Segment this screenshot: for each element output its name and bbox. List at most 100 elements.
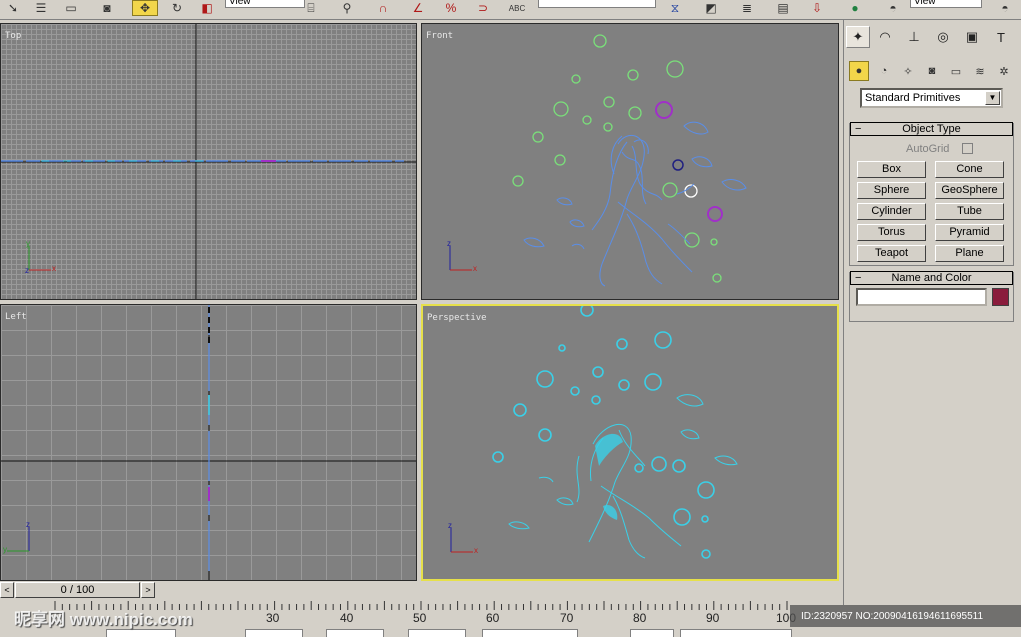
rollout-header[interactable]: − Name and Color bbox=[850, 271, 1013, 285]
rollout-title: Object Type bbox=[902, 123, 961, 135]
axis-y-label: y bbox=[26, 239, 30, 248]
plane-button[interactable]: Plane bbox=[935, 245, 1004, 262]
modify-icon[interactable]: ◠ bbox=[873, 26, 897, 48]
z-coordinate-field[interactable] bbox=[408, 629, 466, 637]
viewport-perspective[interactable]: Perspective z x bbox=[421, 304, 839, 581]
select-link-icon[interactable]: ⚲ bbox=[336, 0, 358, 16]
teapot-button[interactable]: Teapot bbox=[857, 245, 926, 262]
cameras-icon[interactable]: ◙ bbox=[922, 61, 942, 81]
name-and-color-rollout: − Name and Color bbox=[849, 271, 1014, 322]
chevron-down-icon[interactable]: ▼ bbox=[985, 91, 1000, 105]
layers-icon[interactable]: ≣ bbox=[736, 0, 758, 16]
named-selection-set-field[interactable] bbox=[538, 0, 656, 8]
render-scene-icon[interactable]: ◓ bbox=[882, 0, 904, 16]
magnet-snap-icon[interactable]: ∩ bbox=[372, 0, 394, 16]
tick-label: 30 bbox=[266, 611, 280, 625]
torus-button[interactable]: Torus bbox=[857, 224, 926, 241]
angle-snap-icon[interactable]: ∠ bbox=[407, 0, 429, 16]
tube-button[interactable]: Tube bbox=[935, 203, 1004, 220]
cone-button[interactable]: Cone bbox=[935, 161, 1004, 178]
move-icon[interactable]: ✥ bbox=[132, 0, 158, 16]
object-type-rollout: − Object Type AutoGrid Box Cone Sphere G… bbox=[849, 122, 1014, 266]
viewport-top[interactable]: Top y z x bbox=[0, 23, 417, 300]
shapes-icon[interactable]: ◔ bbox=[874, 61, 894, 81]
display-icon[interactable]: ▣ bbox=[960, 26, 984, 48]
y-coordinate-field[interactable] bbox=[326, 629, 384, 637]
dropdown-value: Standard Primitives bbox=[865, 92, 961, 104]
select-arrow-icon[interactable]: ➘ bbox=[2, 0, 24, 16]
rect-region-icon[interactable]: ▭ bbox=[60, 0, 82, 16]
grid-field[interactable] bbox=[482, 629, 578, 637]
top-view-canvas bbox=[1, 24, 416, 299]
axis-y-label: y bbox=[3, 545, 7, 554]
axis-z-label: z bbox=[25, 266, 29, 275]
window-crossing-icon[interactable]: ◙ bbox=[96, 0, 118, 16]
box-button[interactable]: Box bbox=[857, 161, 926, 178]
viewport-front[interactable]: Front z x bbox=[421, 23, 839, 300]
x-coordinate-field[interactable] bbox=[245, 629, 303, 637]
time-slider: < 0 / 100 > bbox=[0, 582, 843, 599]
tick-label: 80 bbox=[633, 611, 647, 625]
spinner-snap-icon[interactable]: ⊃ bbox=[472, 0, 494, 16]
space-warps-icon[interactable]: ≋ bbox=[970, 61, 990, 81]
tick-label: 90 bbox=[706, 611, 720, 625]
percent-snap-icon[interactable]: % bbox=[440, 0, 462, 16]
time-slider-thumb[interactable]: 0 / 100 bbox=[15, 582, 140, 598]
reference-coordinate-dropdown[interactable]: View bbox=[225, 0, 305, 8]
motion-icon[interactable]: ◎ bbox=[931, 26, 955, 48]
axis-z-label: z bbox=[447, 239, 451, 248]
schematic-icon[interactable]: ⇩ bbox=[806, 0, 828, 16]
cylinder-button[interactable]: Cylinder bbox=[857, 203, 926, 220]
select-by-name-icon[interactable]: ☰ bbox=[30, 0, 52, 16]
axis-x-label: x bbox=[52, 264, 56, 273]
tick-label: 40 bbox=[340, 611, 354, 625]
hierarchy-icon[interactable]: ⊥ bbox=[902, 26, 926, 48]
primitive-category-dropdown[interactable]: Standard Primitives ▼ bbox=[860, 88, 1003, 108]
3ds-max-window: ➘ ☰ ▭ ◙ ✥ ↻ ◧ View ⌸ ⚲ ∩ ∠ % ⊃ ABC ⧖ ◩ ≣… bbox=[0, 0, 1021, 637]
viewport-left[interactable]: Left z y bbox=[0, 304, 417, 581]
site-watermark: 昵享网 www.nipic.com bbox=[14, 610, 193, 629]
tick-label: 70 bbox=[560, 611, 574, 625]
axis-z-label: z bbox=[26, 520, 30, 529]
key-filter-dropdown[interactable] bbox=[680, 629, 792, 637]
scale-icon[interactable]: ◧ bbox=[196, 0, 218, 16]
quick-render-icon[interactable]: ◓ bbox=[994, 0, 1016, 16]
utilities-icon[interactable]: T bbox=[989, 26, 1013, 48]
selection-filter-dropdown[interactable]: View bbox=[910, 0, 982, 8]
rollout-title: Name and Color bbox=[891, 272, 972, 284]
geosphere-button[interactable]: GeoSphere bbox=[935, 182, 1004, 199]
pyramid-button[interactable]: Pyramid bbox=[935, 224, 1004, 241]
axis-z-label: z bbox=[448, 521, 452, 530]
next-frame-button[interactable]: > bbox=[141, 582, 155, 598]
align-icon[interactable]: ◩ bbox=[700, 0, 722, 16]
mirror-axis-icon[interactable]: ⧖ bbox=[664, 0, 686, 16]
status-field[interactable] bbox=[106, 629, 176, 637]
collapse-icon[interactable]: − bbox=[855, 123, 861, 135]
time-tag-field[interactable] bbox=[630, 629, 674, 637]
pivot-icon[interactable]: ⌸ bbox=[300, 0, 322, 16]
object-name-field[interactable] bbox=[856, 288, 987, 306]
object-color-swatch[interactable] bbox=[992, 288, 1009, 306]
main-toolbar: ➘ ☰ ▭ ◙ ✥ ↻ ◧ View ⌸ ⚲ ∩ ∠ % ⊃ ABC ⧖ ◩ ≣… bbox=[0, 0, 845, 20]
tick-label: 60 bbox=[486, 611, 500, 625]
rollout-header[interactable]: − Object Type bbox=[850, 122, 1013, 136]
autogrid-label: AutoGrid bbox=[906, 143, 950, 155]
image-id-watermark: ID:2320957 NO:20090416194611695511 bbox=[790, 605, 1021, 627]
tick-label: 50 bbox=[413, 611, 427, 625]
rotate-icon[interactable]: ↻ bbox=[166, 0, 188, 16]
systems-icon[interactable]: ✲ bbox=[994, 61, 1014, 81]
helpers-icon[interactable]: ▭ bbox=[946, 61, 966, 81]
edit-named-selection-icon[interactable]: ABC bbox=[506, 0, 528, 16]
curve-editor-icon[interactable]: ▤ bbox=[772, 0, 794, 16]
prev-frame-button[interactable]: < bbox=[0, 582, 14, 598]
collapse-icon[interactable]: − bbox=[855, 272, 861, 284]
left-view-canvas bbox=[1, 305, 416, 580]
lights-icon[interactable]: ✧ bbox=[898, 61, 918, 81]
autogrid-checkbox[interactable] bbox=[962, 143, 973, 154]
material-editor-icon[interactable]: ● bbox=[844, 0, 866, 16]
create-icon[interactable]: ✦ bbox=[846, 26, 870, 48]
sphere-button[interactable]: Sphere bbox=[857, 182, 926, 199]
geometry-icon[interactable]: ● bbox=[849, 61, 869, 81]
command-panel: ✦ ◠ ⊥ ◎ ▣ T ● ◔ ✧ ◙ ▭ ≋ ✲ Standard Primi… bbox=[843, 20, 1021, 605]
render-toolbar: ● ◓ View ◓ bbox=[842, 0, 1021, 20]
